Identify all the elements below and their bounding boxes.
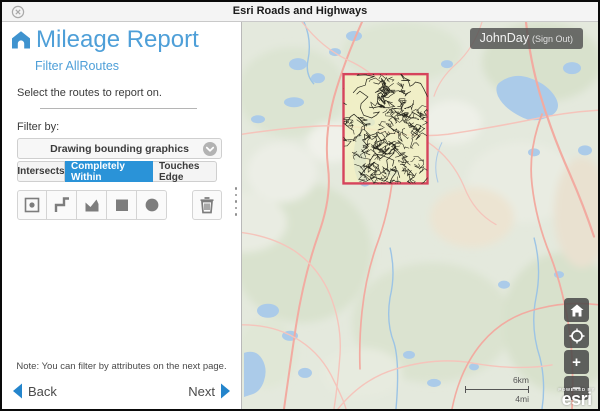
trash-icon — [197, 195, 217, 215]
wizard-navigation: Back Next — [12, 383, 231, 399]
sign-out-label: (Sign Out) — [532, 34, 573, 44]
draw-rectangle-tool[interactable] — [107, 190, 137, 220]
separator — [40, 108, 197, 109]
point-icon — [22, 195, 42, 215]
tab-touches-edge[interactable]: Touches Edge — [153, 161, 217, 182]
back-label: Back — [28, 384, 57, 399]
app-window: Esri Roads and Highways Mileage Report F… — [0, 0, 600, 411]
instruction-text: Select the routes to report on. — [17, 87, 241, 99]
filter-by-label: Filter by: — [17, 121, 241, 133]
map-home-icon — [570, 304, 584, 317]
panel-resize-handle[interactable] — [235, 187, 238, 216]
draw-polygon-tool[interactable] — [77, 190, 107, 220]
esri-attribution: POWERED BY esri — [558, 387, 595, 407]
mileage-report-panel: Mileage Report Filter AllRoutes Select t… — [2, 22, 242, 409]
map-view[interactable]: JohnDay (Sign Out) + — [242, 22, 598, 409]
spatial-relation-tabs: Intersects Completely Within Touches Edg… — [17, 161, 217, 182]
bounding-graphic — [330, 62, 436, 201]
locate-button[interactable] — [564, 324, 589, 348]
next-button[interactable]: Next — [188, 383, 231, 399]
tab-intersects[interactable]: Intersects — [17, 161, 65, 182]
circle-icon — [142, 195, 162, 215]
scale-km-label: 6km — [465, 375, 529, 385]
clear-graphics-button[interactable] — [192, 190, 222, 220]
next-arrow-icon — [220, 383, 231, 399]
plus-icon: + — [572, 355, 581, 370]
footer-note: Note: You can filter by attributes on th… — [2, 361, 241, 372]
tab-completely-within[interactable]: Completely Within — [65, 161, 153, 182]
home-extent-button[interactable] — [564, 298, 589, 322]
basemap — [242, 22, 598, 409]
scale-mi-label: 4mi — [465, 394, 529, 404]
polyline-icon — [52, 195, 72, 215]
back-arrow-icon — [12, 383, 23, 399]
polygon-icon — [82, 195, 102, 215]
chevron-down-icon — [203, 142, 217, 156]
filter-method-dropdown[interactable]: Drawing bounding graphics — [17, 138, 222, 159]
rectangle-icon — [112, 195, 132, 215]
scale-bar: 6km 4mi — [465, 375, 529, 404]
draw-tools — [17, 190, 241, 220]
title-bar: Esri Roads and Highways — [2, 2, 598, 22]
user-name: JohnDay — [480, 31, 529, 45]
app-title: Esri Roads and Highways — [2, 5, 598, 17]
draw-circle-tool[interactable] — [137, 190, 167, 220]
locate-icon — [569, 328, 585, 344]
esri-logo-text: esri — [558, 392, 595, 407]
zoom-in-button[interactable]: + — [564, 350, 589, 374]
page-subtitle: Filter AllRoutes — [35, 59, 241, 73]
page-title: Mileage Report — [36, 26, 199, 54]
back-button[interactable]: Back — [12, 383, 57, 399]
panel-header: Mileage Report — [2, 22, 241, 54]
home-icon — [10, 29, 32, 51]
dropdown-selected-value: Drawing bounding graphics — [50, 143, 189, 155]
draw-point-tool[interactable] — [17, 190, 47, 220]
scale-line — [465, 386, 529, 393]
sign-out-button[interactable]: JohnDay (Sign Out) — [470, 28, 583, 49]
next-label: Next — [188, 384, 215, 399]
map-controls: + − — [564, 298, 589, 400]
draw-polyline-tool[interactable] — [47, 190, 77, 220]
